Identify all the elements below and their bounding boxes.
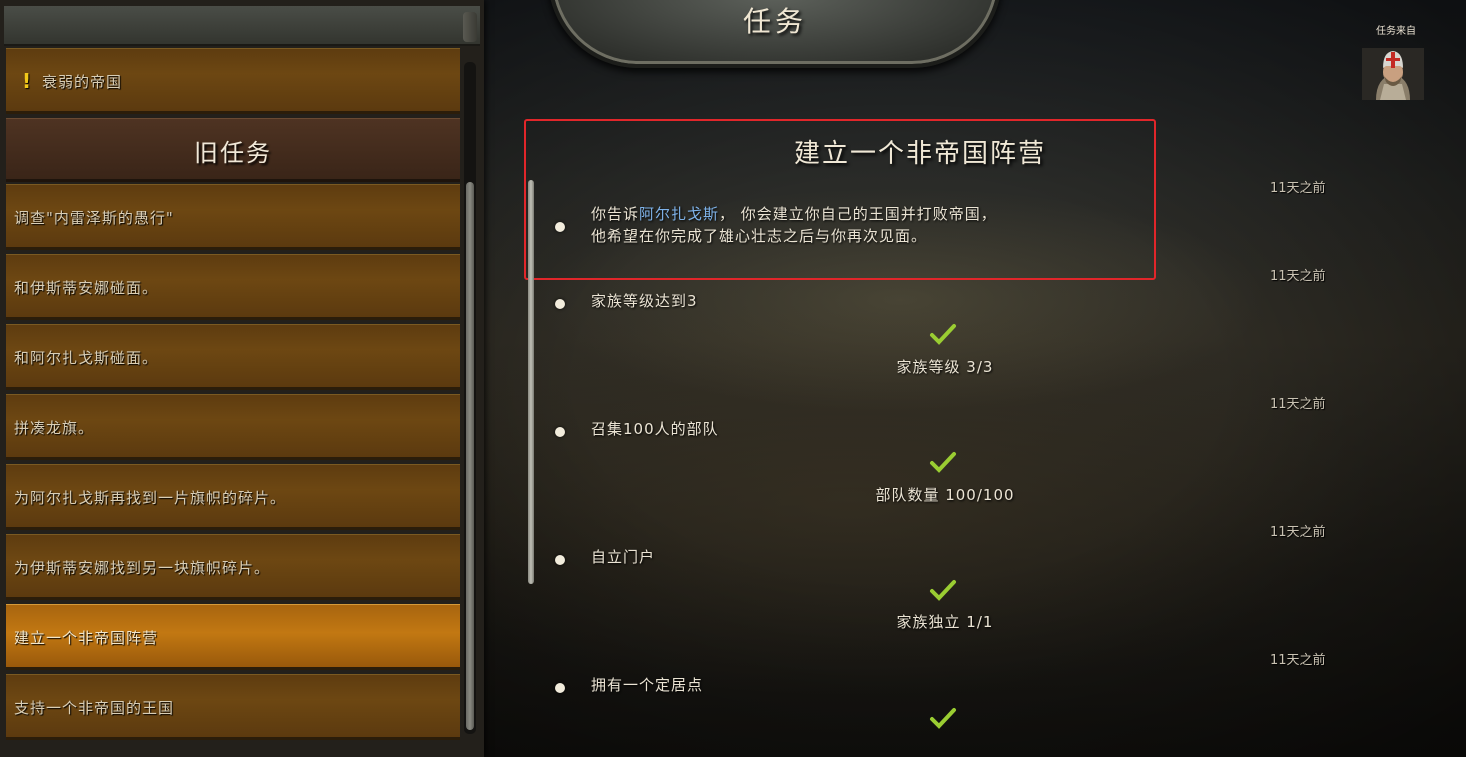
bullet-icon xyxy=(555,427,565,437)
entry-text: 召集100人的部队 xyxy=(591,420,719,438)
list-item[interactable]: 为伊斯蒂安娜找到另一块旗帜碎片。 xyxy=(6,534,460,600)
list-item[interactable]: 为阿尔扎戈斯再找到一片旗帜的碎片。 xyxy=(6,464,460,530)
old-quests-title: 旧任务 xyxy=(194,139,272,167)
checkmark-icon xyxy=(930,708,956,729)
checkmark-icon xyxy=(930,452,956,473)
active-quest-item[interactable]: ! 衰弱的帝国 xyxy=(6,48,460,114)
quest-list-panel: ! 衰弱的帝国 旧任务 调查"内雷泽斯的愚行" 和伊斯蒂安娜碰面。 和阿尔扎戈斯… xyxy=(0,0,484,757)
list-top-bar xyxy=(4,6,480,46)
checkmark-icon xyxy=(930,324,956,345)
entry-timestamp: 11天之前 xyxy=(1270,181,1326,196)
quest-giver-label: 任务来自 xyxy=(1376,26,1416,37)
quest-description-line2: 他希望在你完成了雄心壮志之后与你再次见面。 xyxy=(591,227,928,245)
list-scrollbar-thumb[interactable] xyxy=(466,182,474,730)
bullet-icon xyxy=(555,299,565,309)
list-item-label: 建立一个非帝国阵营 xyxy=(14,629,159,647)
list-item-label: 调查"内雷泽斯的愚行" xyxy=(14,209,174,227)
list-item-label: 和阿尔扎戈斯碰面。 xyxy=(14,349,159,367)
entry-text: 自立门户 xyxy=(591,548,656,566)
list-item-label: 支持一个非帝国的王国 xyxy=(14,699,175,717)
list-item[interactable]: 支持一个非帝国的王国 xyxy=(6,674,460,740)
list-item[interactable]: 拼凑龙旗。 xyxy=(6,394,460,460)
page-title: 任务 xyxy=(742,5,807,38)
checkmark-icon xyxy=(930,580,956,601)
entry-progress: 家族等级 3/3 xyxy=(896,358,994,376)
entry-timestamp: 11天之前 xyxy=(1270,525,1326,540)
quest-scrollbar[interactable] xyxy=(528,180,534,584)
entry-text: 家族等级达到3 xyxy=(591,292,698,310)
list-item-selected[interactable]: 建立一个非帝国阵营 xyxy=(6,604,460,670)
list-item-label: 为阿尔扎戈斯再找到一片旗帜的碎片。 xyxy=(14,489,287,507)
bullet-icon xyxy=(555,222,565,232)
bullet-icon xyxy=(555,555,565,565)
entry-progress: 部队数量 100/100 xyxy=(875,486,1015,504)
character-link[interactable]: 阿尔扎戈斯 xyxy=(639,205,719,223)
desc-text: 你告诉 xyxy=(591,205,640,223)
list-item[interactable]: 和伊斯蒂安娜碰面。 xyxy=(6,254,460,320)
list-item-label: 为伊斯蒂安娜找到另一块旗帜碎片。 xyxy=(14,559,271,577)
quest-description-line1: 你告诉阿尔扎戈斯， 你会建立你自己的王国并打败帝国， xyxy=(591,203,997,224)
title-banner: 任务 xyxy=(548,0,1002,68)
list-item[interactable]: 调查"内雷泽斯的愚行" xyxy=(6,184,460,250)
quest-title: 建立一个非帝国阵营 xyxy=(793,139,1046,169)
active-quest-label: 衰弱的帝国 xyxy=(42,73,123,91)
entry-timestamp: 11天之前 xyxy=(1270,653,1326,668)
panel-knob xyxy=(463,12,477,42)
desc-text: ， 你会建立你自己的王国并打败帝国， xyxy=(719,205,997,223)
list-item[interactable]: 和阿尔扎戈斯碰面。 xyxy=(6,324,460,390)
old-quests-header: 旧任务 xyxy=(6,118,460,182)
entry-text: 拥有一个定居点 xyxy=(591,676,704,694)
list-item-label: 和伊斯蒂安娜碰面。 xyxy=(14,279,159,297)
bullet-icon xyxy=(555,683,565,693)
entry-timestamp: 11天之前 xyxy=(1270,397,1326,412)
quest-giver-portrait[interactable] xyxy=(1362,48,1424,100)
list-item-label: 拼凑龙旗。 xyxy=(14,419,95,437)
exclamation-icon: ! xyxy=(22,69,32,93)
entry-timestamp: 11天之前 xyxy=(1270,269,1326,284)
entry-progress: 家族独立 1/1 xyxy=(896,613,994,631)
